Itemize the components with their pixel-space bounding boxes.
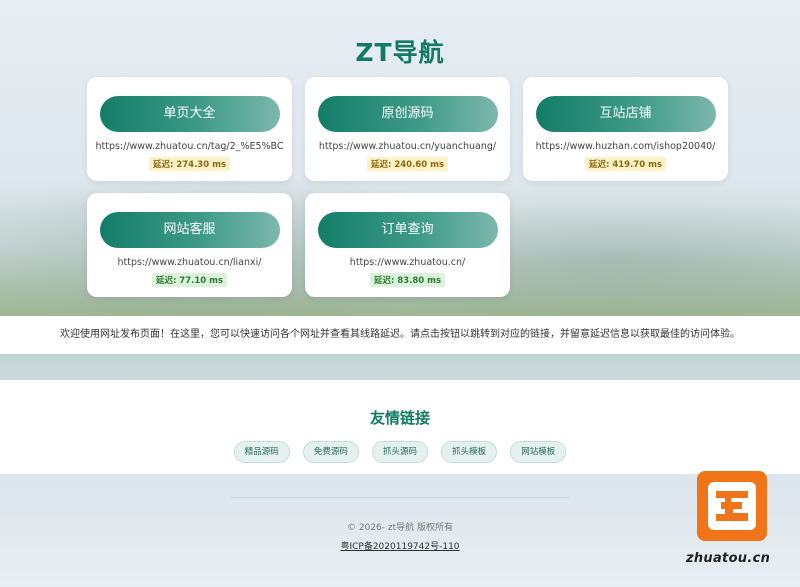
welcome-notice: 欢迎使用网址发布页面！在这里，您可以快速访问各个网址并查看其线路延迟。请点击按钮…	[0, 316, 800, 354]
card-url: https://www.zhuatou.cn/	[349, 257, 466, 268]
nav-button-dingdan[interactable]: 订单查询	[317, 212, 498, 248]
footer-divider	[230, 497, 570, 498]
nav-button-danye[interactable]: 单页大全	[99, 96, 280, 132]
card-url: https://www.zhuatou.cn/tag/2_%E5%BC	[95, 141, 284, 152]
nav-card-danye: 单页大全 https://www.zhuatou.cn/tag/2_%E5%BC…	[87, 77, 292, 181]
nav-card-huzhan: 互站店铺 https://www.huzhan.com/ishop20040/ …	[523, 77, 728, 181]
friend-link[interactable]: 抓头模板	[441, 441, 498, 463]
friend-links-list: 精品源码 免费源码 抓头源码 抓头模板 网站模板	[0, 439, 800, 463]
icp-link[interactable]: 粤ICP备2020119742号-110	[0, 539, 800, 552]
latency-badge: 延迟: 77.10 ms	[151, 273, 228, 287]
latency-badge: 延迟: 83.80 ms	[369, 273, 446, 287]
nav-button-huzhan[interactable]: 互站店铺	[535, 96, 716, 132]
friend-link[interactable]: 抓头源码	[371, 441, 428, 463]
card-url: https://www.zhuatou.cn/yuanchuang/	[318, 141, 497, 152]
page-title: ZT导航	[355, 38, 445, 67]
friend-link[interactable]: 免费源码	[302, 441, 359, 463]
card-url: https://www.huzhan.com/ishop20040/	[535, 141, 716, 152]
friend-link[interactable]: 精品源码	[233, 441, 290, 463]
card-url: https://www.zhuatou.cn/lianxi/	[117, 257, 262, 268]
nav-button-yuanchuang[interactable]: 原创源码	[317, 96, 498, 132]
friend-links-section: 友情链接 精品源码 免费源码 抓头源码 抓头模板 网站模板	[0, 380, 800, 474]
friend-link[interactable]: 网站模板	[510, 441, 567, 463]
nav-card-yuanchuang: 原创源码 https://www.zhuatou.cn/yuanchuang/ …	[305, 77, 510, 181]
nav-card-kefu: 网站客服 https://www.zhuatou.cn/lianxi/ 延迟: …	[87, 193, 292, 297]
nav-button-kefu[interactable]: 网站客服	[99, 212, 280, 248]
watermark-text: zhuatou.cn	[686, 551, 771, 566]
friend-links-title: 友情链接	[369, 409, 430, 427]
zhuatou-logo-icon	[697, 471, 767, 541]
copyright-text: © 2026- zt导航 版权所有	[347, 523, 453, 533]
latency-badge: 延迟: 274.30 ms	[148, 157, 231, 171]
latency-badge: 延迟: 240.60 ms	[366, 157, 449, 171]
nav-card-dingdan: 订单查询 https://www.zhuatou.cn/ 延迟: 83.80 m…	[305, 193, 510, 297]
latency-badge: 延迟: 419.70 ms	[584, 157, 667, 171]
